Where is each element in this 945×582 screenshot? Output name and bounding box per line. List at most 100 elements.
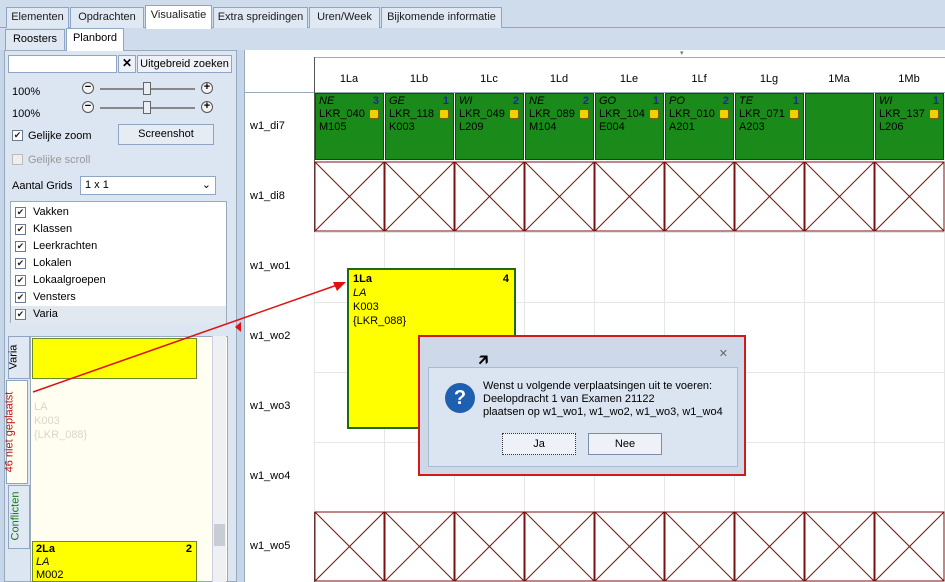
unplaced-card-top[interactable] [32,338,197,379]
vtab-conflicts[interactable]: Conflicten [8,485,30,549]
checkbox-klassen[interactable]: ✔ [15,224,26,235]
tab-visualisatie[interactable]: Visualisatie [145,5,212,29]
equal-zoom-label: Gelijke zoom [28,130,92,142]
zoom-in-icon-2[interactable]: + [201,101,213,113]
search-input[interactable] [8,55,117,73]
schedule-cell[interactable]: WI 2 LKR_049 L209 [455,93,524,160]
equal-scroll-checkbox[interactable] [12,154,23,165]
card-subject: LA [353,287,367,299]
cell-room: A201 [669,121,695,133]
cell-subject: NE [529,95,545,107]
grids-select[interactable]: 1 x 1 ⌄ [80,176,216,195]
cell-room: M105 [319,121,347,133]
checkbox-leerkrachten[interactable]: ✔ [15,241,26,252]
yes-button[interactable]: Ja [502,433,576,455]
schedule-cell[interactable]: GO 1 LKR_104 E004 [595,93,664,160]
schedule-cell[interactable]: NE 3 LKR_040 M105 [315,93,384,160]
checkbox-vensters[interactable]: ✔ [15,292,26,303]
tab-bijkomende-informatie[interactable]: Bijkomende informatie [381,7,502,28]
cell-subject: GE [389,95,405,107]
vtab-varia[interactable]: Varia [7,336,30,379]
list-item[interactable]: ✔ Lokalen [11,255,226,272]
zoom-slider-thumb-2[interactable] [143,101,151,114]
tab-extra-spreidingen[interactable]: Extra spreidingen [213,7,308,28]
cell-count: 3 [372,95,379,107]
grids-value: 1 x 1 [85,179,109,191]
zoom-slider-thumb-1[interactable] [143,82,151,95]
question-icon: ? [445,383,475,413]
column-header: 1Lc [480,73,498,85]
close-icon[interactable]: ✕ [719,347,728,360]
splitter-arrow-icon: ▾ [680,50,684,57]
row-header: w1_wo4 [250,470,291,482]
zoom-in-icon[interactable]: + [201,82,213,94]
checkbox-lokaalgroepen[interactable]: ✔ [15,275,26,286]
checkbox-lokalen[interactable]: ✔ [15,258,26,269]
checkbox-varia[interactable]: ✔ [15,309,26,320]
no-button[interactable]: Nee [588,433,662,455]
row-header: w1_wo3 [250,400,291,412]
unplaced-scrollbar[interactable] [212,336,226,582]
zoom-out-icon[interactable]: − [82,82,94,94]
tab-planbord[interactable]: Planbord [66,28,124,51]
card-class: 1La [353,273,372,285]
chevron-down-icon: ⌄ [201,179,211,191]
cell-count: 2 [582,95,589,107]
list-item-label: Klassen [33,223,73,235]
main-tab-bar: Elementen Opdrachten Visualisatie Extra … [0,0,945,29]
cell-subject: WI [459,95,473,107]
list-item[interactable]: ✔ Leerkrachten [11,238,226,255]
checkbox-vakken[interactable]: ✔ [15,207,26,218]
cell-room: M104 [529,121,557,133]
ghost-line-1: LA [34,401,48,413]
row-header: w1_di8 [250,190,285,202]
list-item[interactable]: ✔ Vakken [11,204,226,221]
tab-roosters[interactable]: Roosters [5,29,65,50]
schedule-cell[interactable] [805,93,874,160]
cell-room: L206 [879,121,904,133]
dialog-line-1: Wenst u volgende verplaatsingen uit te v… [483,380,713,392]
zoom-out-icon-2[interactable]: − [82,101,94,113]
list-item[interactable]: ✔ Lokaalgroepen [11,272,226,289]
scrollbar-thumb[interactable] [214,524,225,546]
column-header: 1Ma [828,73,850,85]
cell-count: 1 [442,95,449,107]
lock-icon [439,109,449,119]
ghost-card: LA K003 {LKR_088} [34,400,87,442]
equal-zoom-checkbox[interactable]: ✔ [12,130,23,141]
dialog-line-3: plaatsen op w1_wo1, w1_wo2, w1_wo3, w1_w… [483,406,723,418]
list-item-label: Leerkrachten [33,240,98,252]
grids-label: Aantal Grids [12,180,73,192]
lock-icon [929,109,939,119]
column-header: 1Lf [691,73,707,85]
tab-opdrachten[interactable]: Opdrachten [70,7,144,28]
cell-count: 2 [722,95,729,107]
column-header: 1Ld [549,73,569,85]
vtab-unplaced[interactable]: 46 niet geplaatst [3,380,28,484]
list-item[interactable]: ✔ Klassen [11,221,226,238]
schedule-cell[interactable]: GE 1 LKR_118 K003 [385,93,454,160]
list-item-label: Vakken [33,206,69,218]
advanced-search-button[interactable]: Uitgebreid zoeken [137,55,232,73]
tab-elementen[interactable]: Elementen [6,7,69,28]
lock-icon [369,109,379,119]
schedule-cell[interactable]: WI 1 LKR_137 L206 [875,93,944,160]
lock-icon [509,109,519,119]
cell-count: 1 [932,95,939,107]
tab-uren-week[interactable]: Uren/Week [309,7,380,28]
element-list: ✔ Vakken ✔ Klassen ✔ Leerkrachten ✔ Lokalen … [10,201,227,323]
cell-count: 1 [792,95,799,107]
column-header: 1Lb [409,73,429,85]
schedule-cell[interactable]: TE 1 LKR_071 A203 [735,93,804,160]
card-class: 2La [36,543,55,555]
unplaced-card-2la[interactable]: 2La 2 LA M002 [32,541,197,582]
column-header: 1Lg [759,73,779,85]
schedule-cell[interactable]: PO 2 LKR_010 A201 [665,93,734,160]
vtab-unplaced-label: 46 niet geplaatst [3,391,16,473]
screenshot-button[interactable]: Screenshot [118,124,214,145]
schedule-cell[interactable]: NE 2 LKR_089 M104 [525,93,594,160]
list-item[interactable]: ✔ Varia [11,306,226,323]
confirm-dialog: ✕ 🡵 ? Wenst u volgende verplaatsingen ui… [418,335,746,476]
clear-search-button[interactable]: ✕ [118,55,136,73]
list-item[interactable]: ✔ Vensters [11,289,226,306]
